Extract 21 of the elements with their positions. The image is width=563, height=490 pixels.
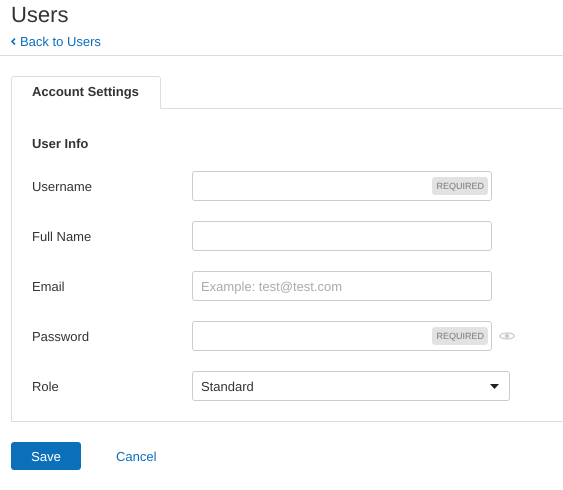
back-link[interactable]: Back to Users xyxy=(11,34,101,49)
section-title: User Info xyxy=(32,136,90,151)
chevron-left-icon xyxy=(11,38,16,45)
field-label: Password xyxy=(32,328,90,344)
page-title: Users xyxy=(11,1,68,29)
required-badge: REQUIRED xyxy=(432,327,488,345)
input-field[interactable] xyxy=(192,221,492,251)
caret-icon xyxy=(490,384,499,388)
field-label: Username xyxy=(32,178,93,194)
input-field[interactable] xyxy=(192,171,492,201)
save-button[interactable]: Save xyxy=(11,442,81,470)
eye-icon[interactable] xyxy=(499,331,515,341)
required-badge: REQUIRED xyxy=(432,177,488,195)
field-label: Email xyxy=(32,278,66,294)
input-field[interactable] xyxy=(192,321,492,351)
input-field[interactable]: Example: test@test.com xyxy=(192,271,492,301)
field-label: Role xyxy=(32,378,60,394)
role-select[interactable]: Standard xyxy=(192,371,510,401)
cancel-link[interactable]: Cancel xyxy=(116,448,156,464)
tab[interactable]: Account Settings xyxy=(11,76,161,109)
field-label: Full Name xyxy=(32,228,92,244)
